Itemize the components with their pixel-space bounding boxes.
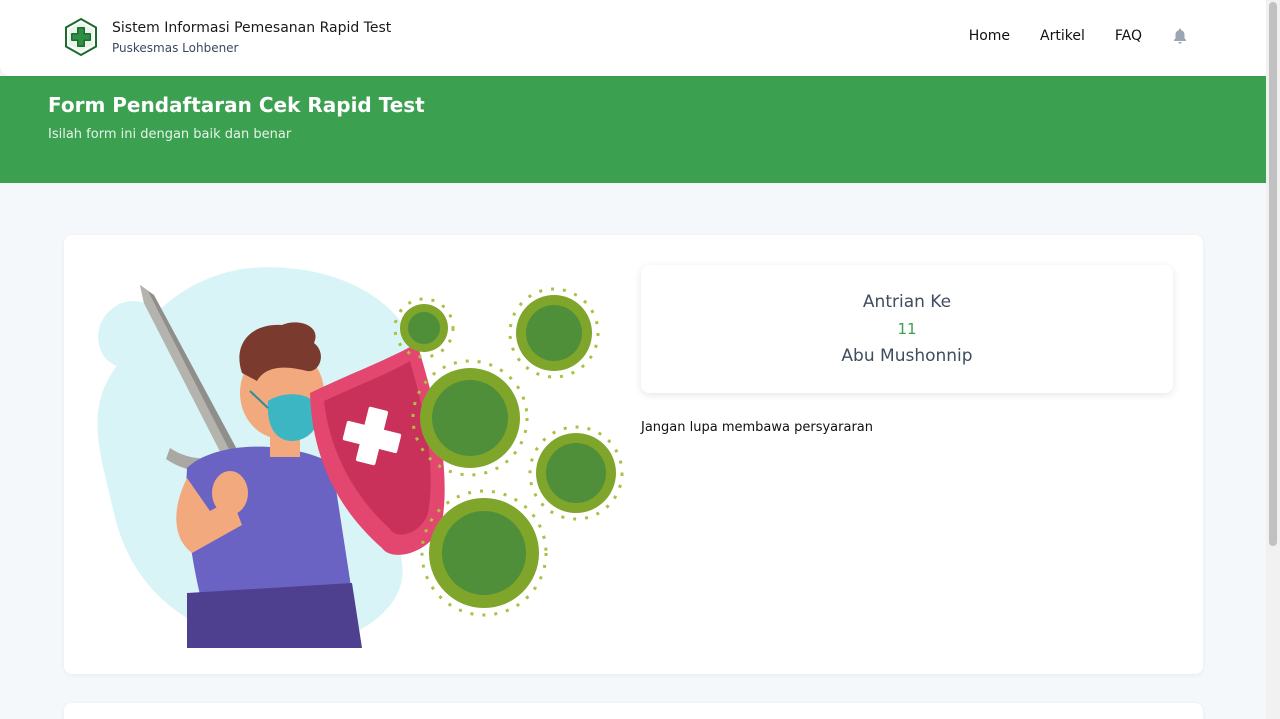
page-subtitle: Isilah form ini dengan baik dan benar <box>48 127 292 142</box>
nav-link-artikel[interactable]: Artikel <box>1040 26 1085 46</box>
registration-card: Antrian Ke 11 Abu Mushonnip Jangan lupa … <box>64 235 1203 674</box>
queue-info-box: Antrian Ke 11 Abu Mushonnip <box>641 265 1173 393</box>
vertical-scrollbar[interactable] <box>1266 0 1280 719</box>
reminder-text: Jangan lupa membawa persyararan <box>641 420 873 435</box>
health-cross-logo-icon <box>65 18 97 56</box>
nav-link-home[interactable]: Home <box>969 26 1010 46</box>
page-title: Form Pendaftaran Cek Rapid Test <box>48 93 425 117</box>
nav-link-faq[interactable]: FAQ <box>1115 26 1142 46</box>
brand[interactable]: Sistem Informasi Pemesanan Rapid Test Pu… <box>64 18 391 56</box>
brand-title: Sistem Informasi Pemesanan Rapid Test <box>112 20 392 36</box>
secondary-card <box>64 703 1203 719</box>
page-header-banner: Form Pendaftaran Cek Rapid Test Isilah f… <box>0 76 1266 183</box>
top-navbar: Sistem Informasi Pemesanan Rapid Test Pu… <box>0 0 1266 76</box>
queue-number: 11 <box>897 320 917 338</box>
queue-patient-name: Abu Mushonnip <box>841 346 973 366</box>
covid-fighter-illustration <box>97 267 624 648</box>
queue-label: Antrian Ke <box>862 292 952 312</box>
bell-icon[interactable] <box>1172 27 1188 45</box>
nav-menu: Home Artikel FAQ <box>939 26 1188 46</box>
scrollbar-thumb[interactable] <box>1269 2 1277 546</box>
brand-subtitle: Puskesmas Lohbener <box>112 41 239 55</box>
